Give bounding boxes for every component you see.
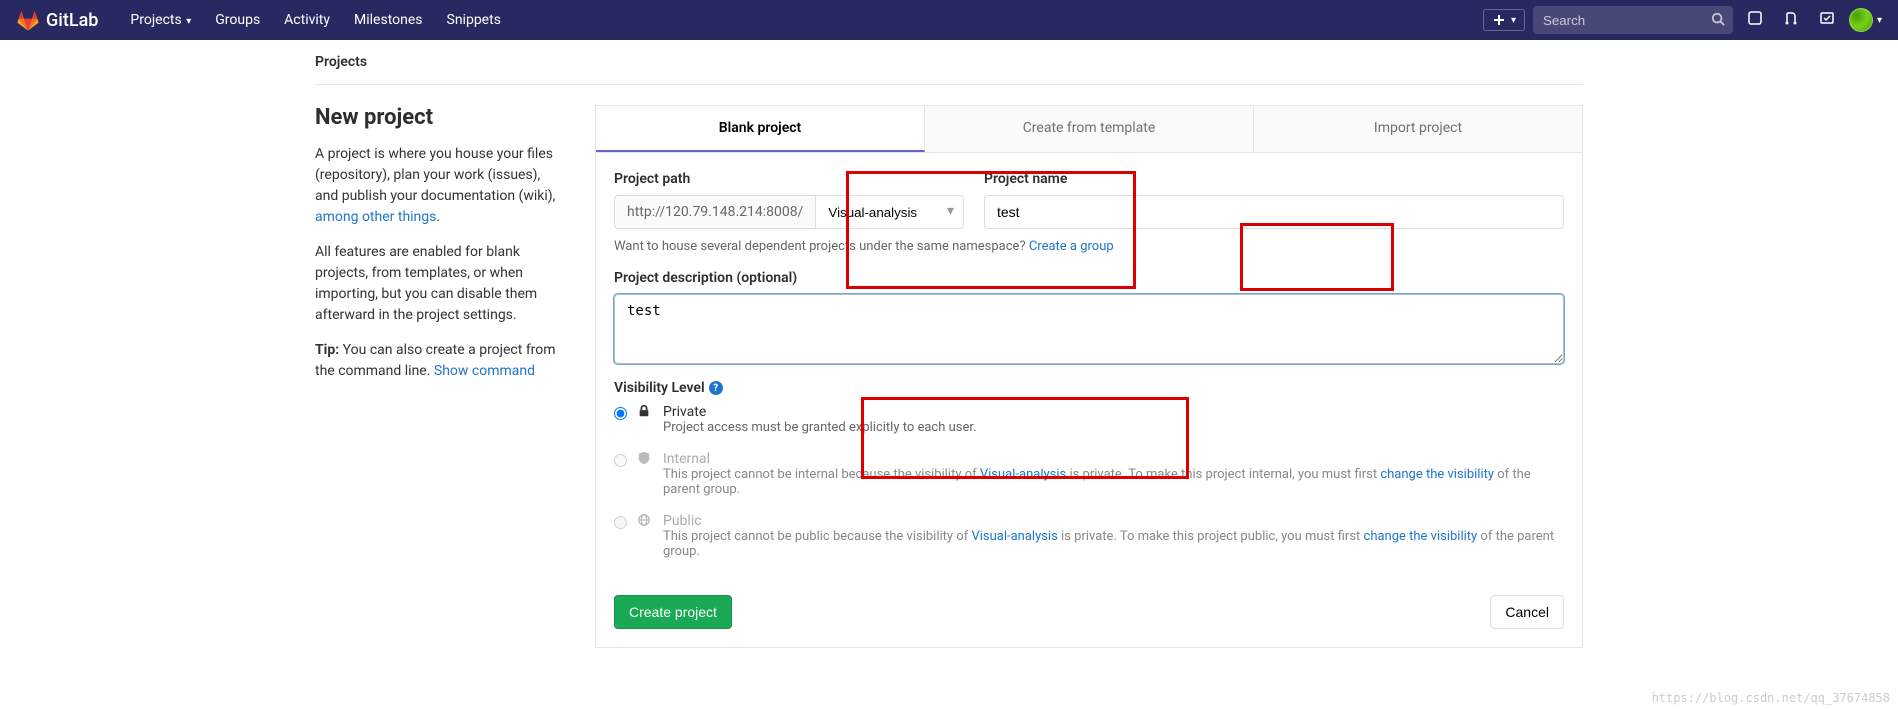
merge-requests-icon[interactable]	[1777, 10, 1805, 30]
search-icon	[1711, 12, 1725, 30]
brand-text: GitLab	[46, 10, 98, 31]
sidebar-intro: A project is where you house your files …	[315, 144, 565, 228]
visibility-public-radio	[614, 516, 627, 529]
visual-analysis-link[interactable]: Visual-analysis	[980, 467, 1066, 482]
chevron-down-icon: ▾	[1511, 15, 1516, 26]
form-group-visibility: Visibility Level ? Private Project acces…	[614, 380, 1564, 575]
create-group-link[interactable]: Create a group	[1029, 239, 1114, 254]
lock-icon	[637, 404, 653, 422]
visibility-internal-content: Internal This project cannot be internal…	[663, 451, 1564, 497]
avatar	[1849, 8, 1873, 32]
top-navbar: GitLab Projects ▾ Groups Activity Milest…	[0, 0, 1898, 40]
navbar-nav: Projects ▾ Groups Activity Milestones Sn…	[118, 12, 513, 28]
project-name-input[interactable]	[984, 195, 1564, 229]
sidebar-features: All features are enabled for blank proje…	[315, 242, 565, 326]
visibility-private-content: Private Project access must be granted e…	[663, 404, 1564, 435]
button-row: Create project Cancel	[614, 595, 1564, 629]
show-command-link[interactable]: Show command	[434, 363, 535, 379]
visual-analysis-link[interactable]: Visual-analysis	[971, 529, 1057, 544]
globe-icon	[637, 513, 653, 531]
visibility-private-radio[interactable]	[614, 407, 627, 420]
nav-activity[interactable]: Activity	[272, 12, 342, 28]
visibility-public-content: Public This project cannot be public bec…	[663, 513, 1564, 559]
visibility-private: Private Project access must be granted e…	[614, 404, 1564, 435]
navbar-right: ▾ ▾	[1483, 6, 1882, 34]
create-project-button[interactable]: Create project	[614, 595, 732, 629]
namespace-hint: Want to house several dependent projects…	[614, 239, 1564, 254]
form-group-name: Project name	[984, 171, 1564, 229]
cancel-button[interactable]: Cancel	[1490, 595, 1564, 629]
tabs: Blank project Create from template Impor…	[595, 105, 1583, 152]
chevron-down-icon: ▾	[184, 16, 192, 27]
nav-snippets[interactable]: Snippets	[435, 12, 513, 28]
gitlab-logo-icon	[16, 8, 40, 32]
sidebar: New project A project is where you house…	[315, 105, 565, 648]
main: Blank project Create from template Impor…	[595, 105, 1583, 648]
visibility-label: Visibility Level ?	[614, 380, 1564, 396]
form-group-description: Project description (optional)	[614, 270, 1564, 364]
content: New project A project is where you house…	[315, 85, 1583, 648]
plus-icon	[1492, 13, 1506, 27]
search-input[interactable]	[1533, 6, 1733, 34]
search-wrap	[1533, 6, 1733, 34]
form-group-path: Project path http://120.79.148.214:8008/…	[614, 171, 964, 229]
project-path-label: Project path	[614, 171, 964, 187]
nav-milestones[interactable]: Milestones	[342, 12, 435, 28]
path-prefix: http://120.79.148.214:8008/	[614, 195, 815, 229]
visibility-internal: Internal This project cannot be internal…	[614, 451, 1564, 497]
breadcrumb: Projects	[315, 40, 1583, 85]
visibility-internal-radio	[614, 454, 627, 467]
description-label: Project description (optional)	[614, 270, 1564, 286]
chevron-down-icon: ▾	[1877, 15, 1882, 26]
form-row-path-name: Project path http://120.79.148.214:8008/…	[614, 171, 1564, 229]
form-area: Project path http://120.79.148.214:8008/…	[595, 152, 1583, 648]
change-visibility-link[interactable]: change the visibility	[1364, 529, 1478, 544]
brand[interactable]: GitLab	[16, 8, 98, 32]
change-visibility-link[interactable]: change the visibility	[1380, 467, 1494, 482]
watermark: https://blog.csdn.net/qq_37674858	[1652, 691, 1890, 705]
sidebar-tip: Tip: You can also create a project from …	[315, 340, 565, 382]
user-menu[interactable]: ▾	[1849, 8, 1882, 32]
project-name-label: Project name	[984, 171, 1564, 187]
new-button[interactable]: ▾	[1483, 9, 1525, 31]
page-title: New project	[315, 105, 565, 130]
nav-groups[interactable]: Groups	[203, 12, 272, 28]
path-input-group: http://120.79.148.214:8008/ Visual-analy…	[614, 195, 964, 229]
help-icon[interactable]: ?	[709, 381, 723, 395]
issues-icon[interactable]	[1741, 10, 1769, 30]
among-other-things-link[interactable]: among other things	[315, 209, 436, 225]
tab-import-project[interactable]: Import project	[1254, 106, 1582, 152]
tab-create-from-template[interactable]: Create from template	[925, 106, 1254, 152]
visibility-public: Public This project cannot be public bec…	[614, 513, 1564, 559]
todos-icon[interactable]	[1813, 10, 1841, 30]
nav-projects[interactable]: Projects ▾	[118, 12, 203, 28]
tab-blank-project[interactable]: Blank project	[596, 106, 925, 152]
container: Projects New project A project is where …	[299, 40, 1599, 648]
namespace-select[interactable]: Visual-analysis	[815, 195, 964, 229]
description-input[interactable]	[614, 294, 1564, 364]
shield-icon	[637, 451, 653, 469]
